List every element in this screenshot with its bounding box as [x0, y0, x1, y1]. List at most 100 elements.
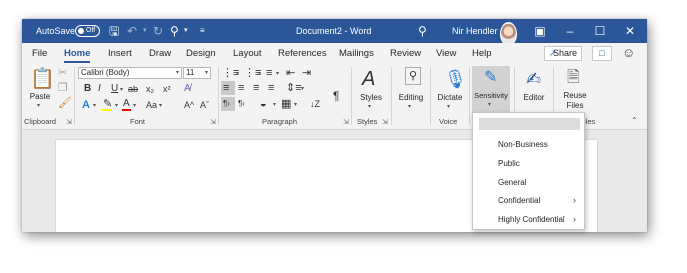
- align-left-icon[interactable]: ≡: [223, 81, 229, 95]
- font-name-combo[interactable]: Calibri (Body) ▾: [78, 67, 182, 79]
- borders-dropdown-icon[interactable]: ▾: [294, 101, 297, 108]
- autosave-toggle[interactable]: Off: [75, 25, 100, 37]
- paste-icon: 📋: [30, 68, 55, 90]
- autosave-label: AutoSave: [36, 26, 76, 36]
- sensitivity-qat-icon[interactable]: ⚲: [170, 19, 179, 43]
- tab-help[interactable]: Help: [472, 43, 492, 64]
- tab-file[interactable]: File: [32, 43, 47, 64]
- sort-icon[interactable]: ↓Z: [310, 97, 320, 111]
- justify-icon[interactable]: ≡: [268, 81, 274, 95]
- shrink-font-button[interactable]: Aˇ: [200, 98, 209, 112]
- text-effects-dropdown-icon[interactable]: ▾: [93, 102, 96, 109]
- shading-icon[interactable]: ◒: [260, 97, 267, 111]
- microphone-icon: 🎙: [444, 69, 467, 89]
- editing-button[interactable]: ⚲ Editing ▾: [395, 67, 427, 115]
- numbering-dropdown-icon[interactable]: ▾: [258, 70, 261, 77]
- tab-view[interactable]: View: [436, 43, 456, 64]
- tab-review[interactable]: Review: [390, 43, 421, 64]
- underline-dropdown-icon[interactable]: ▾: [120, 86, 123, 93]
- format-painter-icon[interactable]: 🖌: [58, 96, 72, 110]
- tab-insert[interactable]: Insert: [108, 43, 132, 64]
- text-effects-icon[interactable]: A: [82, 98, 90, 112]
- editor-label: Editor: [523, 93, 545, 102]
- menu-item-confidential[interactable]: Confidential ›: [473, 192, 584, 209]
- align-right-icon[interactable]: ≡: [253, 81, 259, 95]
- subscript-button[interactable]: x₂: [146, 82, 154, 96]
- styles-launcher-icon[interactable]: ⇲: [382, 118, 388, 126]
- multilevel-dropdown-icon[interactable]: ▾: [276, 70, 279, 77]
- show-formatting-icon[interactable]: ¶: [333, 89, 339, 103]
- sensitivity-qat-dropdown-icon[interactable]: ▾: [184, 19, 188, 43]
- search-icon[interactable]: ⚲: [418, 19, 427, 43]
- redo-icon[interactable]: ↻: [153, 19, 163, 43]
- group-separator: [74, 67, 75, 125]
- align-center-icon[interactable]: ≡: [238, 81, 244, 95]
- editor-icon: ✍: [526, 69, 542, 89]
- bold-button[interactable]: B: [84, 82, 91, 96]
- menu-item-non-business[interactable]: Non-Business: [473, 136, 584, 153]
- strikethrough-icon[interactable]: ab: [128, 82, 138, 96]
- multilevel-list-icon[interactable]: ≡: [266, 66, 272, 80]
- paste-button[interactable]: 📋 Paste ▾: [28, 67, 55, 109]
- highlight-dropdown-icon[interactable]: ▾: [115, 102, 118, 109]
- menu-item-public[interactable]: Public: [473, 155, 584, 172]
- decrease-indent-icon[interactable]: ⇤: [286, 66, 295, 80]
- undo-dropdown-icon[interactable]: ▾: [143, 19, 147, 43]
- underline-button[interactable]: U: [111, 82, 118, 96]
- menu-item-highly-confidential[interactable]: Highly Confidential ›: [473, 211, 584, 228]
- tab-draw[interactable]: Draw: [149, 43, 171, 64]
- clear-formatting-icon[interactable]: A̸: [184, 82, 191, 96]
- save-icon[interactable]: 🖫: [109, 19, 119, 43]
- tab-layout[interactable]: Layout: [233, 43, 262, 64]
- tab-references[interactable]: References: [278, 43, 327, 64]
- copy-icon[interactable]: ❐: [58, 81, 68, 95]
- grow-font-button[interactable]: A^: [184, 98, 194, 112]
- tab-home[interactable]: Home: [64, 43, 91, 64]
- tab-mailings[interactable]: Mailings: [339, 43, 374, 64]
- bullets-dropdown-icon[interactable]: ▾: [236, 70, 239, 77]
- line-spacing-icon[interactable]: ⇕≡: [286, 81, 302, 95]
- editing-dropdown-icon: ▾: [408, 104, 412, 110]
- change-case-dropdown-icon[interactable]: ▾: [159, 102, 162, 109]
- ribbon-display-options-icon[interactable]: ▣: [530, 19, 550, 43]
- ltr-icon[interactable]: ¶›: [223, 97, 230, 111]
- comments-button[interactable]: □: [592, 46, 612, 61]
- increase-indent-icon[interactable]: ⇥: [302, 66, 311, 80]
- minimize-icon[interactable]: –: [560, 19, 580, 43]
- maximize-icon[interactable]: ☐: [590, 19, 610, 43]
- font-size-combo[interactable]: 11 ▾: [183, 67, 211, 79]
- rtl-icon[interactable]: ¶‹: [238, 97, 245, 111]
- line-spacing-dropdown-icon[interactable]: ▾: [301, 85, 304, 92]
- cut-icon[interactable]: ✂: [58, 66, 67, 80]
- customize-qat-icon[interactable]: ≡: [200, 19, 205, 43]
- share-button[interactable]: ↗ Share: [544, 46, 582, 61]
- editing-label: Editing: [398, 93, 424, 102]
- superscript-button[interactable]: x²: [163, 82, 171, 96]
- clipboard-launcher-icon[interactable]: ⇲: [66, 118, 72, 126]
- collapse-ribbon-icon[interactable]: ⌃: [631, 116, 638, 125]
- italic-button[interactable]: I: [98, 82, 101, 96]
- chevron-down-icon: ▾: [175, 70, 179, 76]
- dictate-button[interactable]: 🎙 Dictate ▾: [433, 67, 467, 115]
- sensitivity-menu: Non-Business Public General Confidential…: [472, 112, 585, 230]
- feedback-smiley-icon[interactable]: ☺: [622, 45, 635, 60]
- styles-button[interactable]: A Styles ▾: [355, 67, 387, 115]
- font-launcher-icon[interactable]: ⇲: [210, 118, 216, 126]
- comment-icon: □: [599, 48, 605, 58]
- reuse-files-icon: 🗎: [567, 69, 580, 86]
- tab-design[interactable]: Design: [186, 43, 216, 64]
- user-name[interactable]: Nir Hendler: [452, 19, 498, 43]
- chevron-right-icon: ›: [573, 195, 576, 205]
- editor-button[interactable]: ✍ Editor: [519, 67, 549, 115]
- close-icon[interactable]: ✕: [620, 19, 640, 43]
- menu-item-label: Confidential: [498, 196, 541, 205]
- undo-icon[interactable]: ↶: [127, 19, 137, 43]
- font-color-dropdown-icon[interactable]: ▾: [133, 102, 136, 109]
- paragraph-launcher-icon[interactable]: ⇲: [343, 118, 349, 126]
- document-title: Document2 - Word: [296, 26, 372, 36]
- change-case-button[interactable]: Aa: [146, 98, 157, 112]
- shading-dropdown-icon[interactable]: ▾: [273, 101, 276, 108]
- borders-icon[interactable]: ▦: [281, 97, 291, 111]
- reuse-files-button[interactable]: 🗎 Reuse Files: [558, 67, 592, 115]
- menu-item-general[interactable]: General: [473, 174, 584, 191]
